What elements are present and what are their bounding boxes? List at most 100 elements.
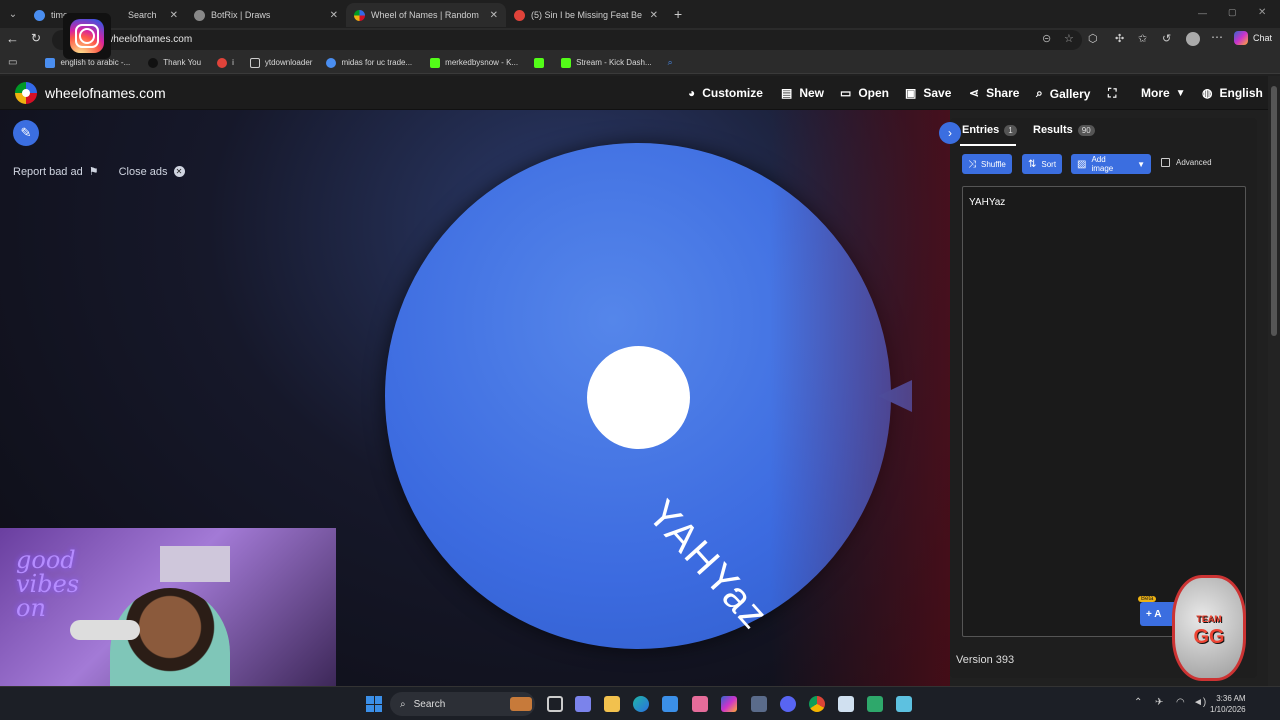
bookmark-search-icon[interactable]: ⌕ (668, 57, 673, 68)
more-menu-icon[interactable]: ⋯ (1211, 30, 1223, 44)
advanced-toggle[interactable]: Advanced (1161, 158, 1212, 167)
advanced-checkbox[interactable] (1161, 158, 1170, 167)
address-bar-row: ← ↻ wheelofnames.com ⊝ ☆ ⬡ ✣ ✩ ↺ ⋯ Chat (0, 28, 1280, 52)
customize-button[interactable]: ◕ Customize (688, 86, 763, 100)
discord-icon[interactable] (780, 696, 796, 712)
close-circle-icon[interactable]: ✕ (173, 166, 185, 177)
new-tab-plus-icon[interactable]: + (674, 6, 682, 22)
history-icon[interactable]: ↺ (1162, 32, 1171, 45)
collapse-panel-chevron-icon[interactable]: › (939, 122, 961, 144)
taskbar-search-label: Search (413, 698, 446, 710)
open-button[interactable]: ▭ Open (840, 86, 889, 100)
minimize-icon[interactable]: — (1198, 8, 1207, 18)
language-button[interactable]: ◍ English (1202, 86, 1263, 100)
wheel-logo-icon[interactable] (15, 81, 37, 104)
tab-botrix[interactable]: BotRix | Draws ✕ (186, 3, 346, 27)
ad-links: Report bad ad ⚑ Close ads ✕ (13, 165, 185, 178)
widgets-icon[interactable] (510, 697, 532, 711)
reader-icon[interactable]: ⊝ (1042, 32, 1051, 45)
windows-start-icon[interactable] (366, 696, 382, 712)
url-text: wheelofnames.com (106, 34, 193, 45)
tab-results[interactable]: Results 90 (1033, 124, 1095, 136)
report-bad-ad-link[interactable]: Report bad ad (13, 166, 83, 178)
share-button[interactable]: ⋖ Share (969, 86, 1019, 100)
add-image-button[interactable]: ▨ Add image ▼ (1071, 154, 1151, 174)
site-name[interactable]: wheelofnames.com (45, 85, 166, 101)
tray-app-icon[interactable]: ✈ (1155, 697, 1163, 708)
close-tab-icon[interactable]: ✕ (162, 10, 178, 21)
instagram-icon (70, 19, 104, 53)
tab-entries[interactable]: Entries 1 (962, 124, 1017, 136)
gallery-button[interactable]: ⌕ Gallery (1036, 86, 1090, 101)
bookmark-favicon (217, 57, 228, 68)
wall-vent (160, 546, 230, 582)
bookmark-favicon (45, 57, 56, 68)
copilot-chat-button[interactable]: Chat (1234, 31, 1272, 45)
bookmark-item[interactable]: english to arabic -... (45, 57, 130, 68)
file-icon: ▤ (781, 86, 793, 100)
close-ads-link[interactable]: Close ads (119, 166, 168, 178)
bookmark-item[interactable]: Stream - Kick Dash... (561, 57, 652, 68)
bookmark-item[interactable]: midas for uc trade... (326, 57, 412, 68)
app-icon[interactable] (838, 696, 854, 712)
page-scrollbar[interactable] (1268, 76, 1280, 686)
file-explorer-icon[interactable] (604, 696, 620, 712)
app-icon[interactable] (867, 696, 883, 712)
close-tab-icon[interactable]: ✕ (322, 10, 338, 21)
bookmark-item[interactable]: Thank You (148, 57, 201, 68)
bookmark-item[interactable]: ytdownloader (249, 57, 312, 68)
bookmark-item[interactable] (534, 57, 549, 68)
microphone (70, 620, 140, 640)
share-icon: ⋖ (969, 86, 980, 100)
fullscreen-button[interactable]: ⛶ (1108, 86, 1123, 101)
notepad-icon[interactable] (896, 696, 912, 712)
store-icon[interactable] (662, 696, 678, 712)
neon-sign: good vibes on (16, 548, 106, 620)
tab-favicon (514, 9, 525, 21)
team-gg-coin-logo: TEAM GG (1172, 575, 1246, 681)
chrome-icon[interactable] (809, 696, 825, 712)
app-icon[interactable] (751, 696, 767, 712)
wifi-icon[interactable]: ◠ (1176, 697, 1185, 708)
reload-icon[interactable]: ↻ (31, 31, 41, 45)
maximize-icon[interactable]: ▢ (1228, 7, 1237, 18)
neon-sign-text: good vibes on (16, 546, 80, 622)
taskbar-clock[interactable]: 3:36 AM 1/10/2026 (1210, 693, 1246, 715)
edit-pencil-icon[interactable]: ✎ (13, 120, 39, 146)
edge-icon[interactable] (633, 696, 649, 712)
profile-avatar[interactable] (1186, 32, 1200, 46)
sort-button[interactable]: ⇅ Sort (1022, 154, 1063, 174)
more-button[interactable]: More ▼ (1141, 86, 1186, 100)
tab-list-chevron-icon[interactable]: ⌄ (0, 9, 26, 20)
tab-wheel-of-names[interactable]: Wheel of Names | Random name ✕ (346, 3, 506, 27)
kick-icon (534, 57, 545, 68)
url-field[interactable]: wheelofnames.com ⊝ ☆ (52, 30, 1082, 50)
volume-icon[interactable]: ◄) (1193, 697, 1206, 708)
teams-icon[interactable] (575, 696, 591, 712)
shuffle-button[interactable]: ⤨ Shuffle (962, 154, 1012, 174)
bookmark-item[interactable]: i (217, 57, 234, 68)
tray-chevron-up-icon[interactable]: ⌃ (1134, 697, 1142, 708)
save-button[interactable]: ▣ Save (905, 86, 951, 100)
add-image-label: Add image (1091, 155, 1114, 173)
extensions-icon[interactable]: ⬡ (1088, 32, 1098, 45)
extension-puzzle-icon[interactable]: ✣ (1115, 32, 1124, 45)
wheel-center-hub[interactable] (587, 346, 690, 449)
app-heart-icon[interactable] (692, 696, 708, 712)
browser-tab-bar: ⌄ time Search ✕ BotRix | Draws ✕ Wheel o… (0, 0, 1280, 28)
results-count-badge: 90 (1077, 124, 1095, 136)
bookmark-favicon (326, 57, 337, 68)
entries-textarea[interactable]: YAHYaz (962, 186, 1246, 637)
task-view-icon[interactable] (547, 696, 563, 712)
close-tab-icon[interactable]: ✕ (482, 10, 498, 21)
reading-list-icon[interactable]: ▭ (8, 57, 17, 68)
favorites-icon[interactable]: ✩ (1138, 32, 1147, 45)
bookmark-item[interactable]: merkedbysnow - K... (430, 57, 518, 68)
close-window-icon[interactable]: ✕ (1258, 7, 1266, 18)
new-button[interactable]: ▤ New (781, 86, 824, 100)
copilot-icon[interactable] (721, 696, 737, 712)
favorite-star-icon[interactable]: ☆ (1064, 32, 1074, 45)
back-icon[interactable]: ← (6, 31, 19, 46)
tab-music[interactable]: (5) Sin I be Missing Feat Beso by ✕ (506, 3, 666, 27)
close-tab-icon[interactable]: ✕ (642, 10, 658, 21)
